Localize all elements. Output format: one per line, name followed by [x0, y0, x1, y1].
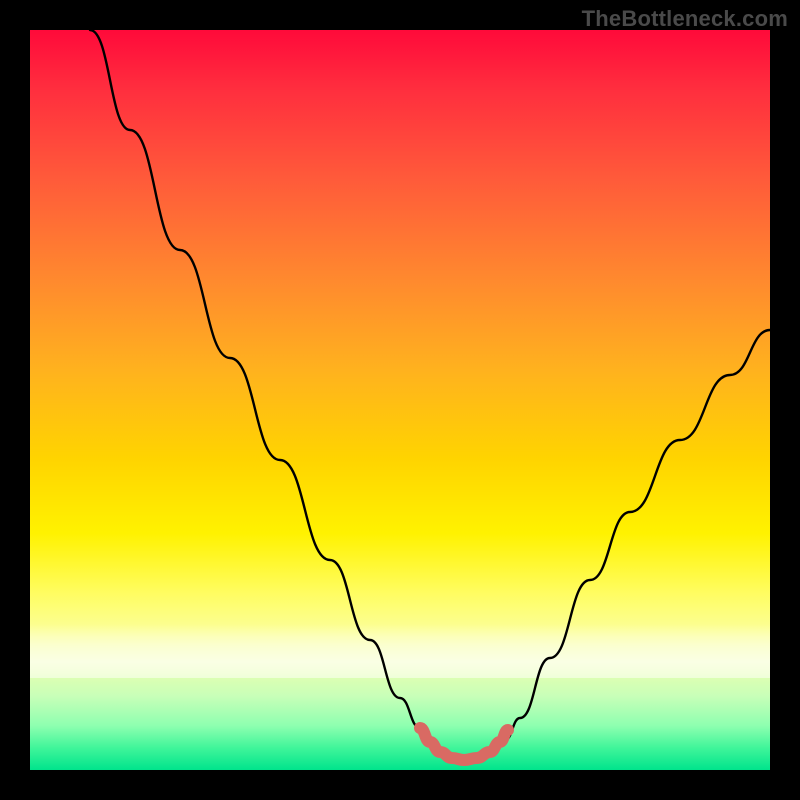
optimal-zone-marker [420, 728, 508, 760]
bottleneck-curve [90, 30, 770, 758]
plot-area [30, 30, 770, 770]
curve-layer [30, 30, 770, 770]
chart-frame: TheBottleneck.com [0, 0, 800, 800]
watermark-text: TheBottleneck.com [582, 6, 788, 32]
